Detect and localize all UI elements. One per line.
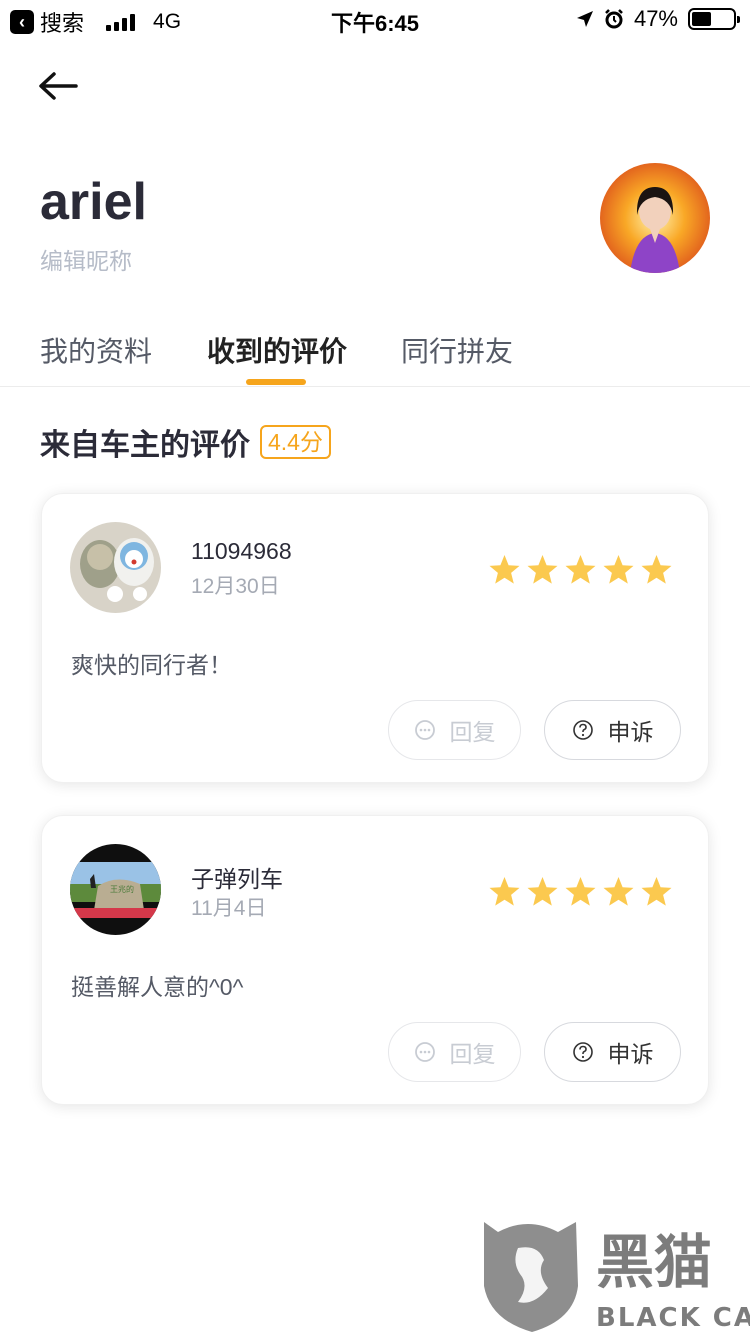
star-icon: [641, 555, 672, 584]
avatar[interactable]: [600, 163, 710, 273]
review-comment: 爽快的同行者！: [71, 652, 232, 678]
back-button[interactable]: [36, 66, 80, 106]
section-title: 来自车主的评价 4.4分: [40, 420, 331, 464]
question-circle-icon: [572, 720, 593, 740]
chat-bubble-icon: [414, 1042, 435, 1062]
chat-bubble-icon: [414, 720, 435, 740]
watermark-cn-text: 黑猫: [596, 1228, 712, 1296]
active-tab-indicator: [246, 379, 306, 385]
reviewer-avatar[interactable]: [70, 522, 161, 613]
username: ariel: [40, 173, 147, 231]
star-icon: [527, 555, 558, 584]
review-card: 王兆的 子弹列车 11月4日 挺善解人意的^0^ 回复 申诉: [41, 815, 709, 1105]
star-icon: [489, 877, 520, 906]
battery-icon: [688, 8, 740, 30]
star-icon: [641, 877, 672, 906]
appeal-button[interactable]: 申诉: [544, 1022, 681, 1082]
review-card: 11094968 12月30日 爽快的同行者！ 回复 申诉: [41, 493, 709, 783]
reviewer-name: 11094968: [191, 538, 292, 564]
alarm-icon: [605, 9, 623, 29]
star-icon: [603, 555, 634, 584]
appeal-label: 申诉: [607, 719, 654, 745]
reviewer-avatar[interactable]: 王兆的: [70, 844, 161, 935]
star-rating: [488, 876, 673, 908]
black-cat-watermark: 黑猫 BLACK CAT: [478, 1216, 750, 1334]
review-date: 12月30日: [191, 575, 280, 598]
star-icon: [565, 877, 596, 906]
edit-nickname-link[interactable]: 编辑昵称: [40, 242, 132, 276]
battery-fill: [692, 12, 711, 26]
battery-percent: 47%: [633, 6, 678, 31]
appeal-label: 申诉: [607, 1041, 654, 1067]
arrow-left-icon: [39, 72, 78, 100]
status-right: 47%: [576, 6, 740, 32]
star-icon: [527, 877, 558, 906]
black-cat-logo-icon: 黑猫 BLACK CAT: [484, 1222, 750, 1333]
tab-bar: 我的资料 收到的评价 同行拼友: [0, 330, 750, 387]
review-date: 11月4日: [191, 897, 267, 920]
star-icon: [565, 555, 596, 584]
reply-label: 回复: [449, 1041, 496, 1067]
tab-travel-companions[interactable]: 同行拼友: [401, 330, 513, 370]
question-circle-icon: [572, 1042, 593, 1062]
appeal-button[interactable]: 申诉: [544, 700, 681, 760]
svg-text:王兆的: 王兆的: [110, 884, 134, 894]
star-icon: [489, 555, 520, 584]
star-rating: [488, 554, 673, 586]
reply-button[interactable]: 回复: [388, 1022, 521, 1082]
tab-my-profile[interactable]: 我的资料: [40, 330, 152, 370]
tab-received-reviews[interactable]: 收到的评价: [207, 330, 347, 370]
review-comment: 挺善解人意的^0^: [71, 974, 244, 1000]
reply-label: 回复: [449, 719, 496, 745]
section-title-text: 来自车主的评价: [40, 429, 250, 462]
score-badge: 4.4分: [260, 425, 331, 459]
status-bar: ‹ 搜索 4G 下午6:45 47%: [0, 0, 750, 40]
reply-button[interactable]: 回复: [388, 700, 521, 760]
star-icon: [603, 877, 634, 906]
reviewer-name: 子弹列车: [191, 866, 283, 892]
watermark-en-text: BLACK CAT: [596, 1303, 750, 1333]
location-arrow-icon: [576, 11, 593, 27]
